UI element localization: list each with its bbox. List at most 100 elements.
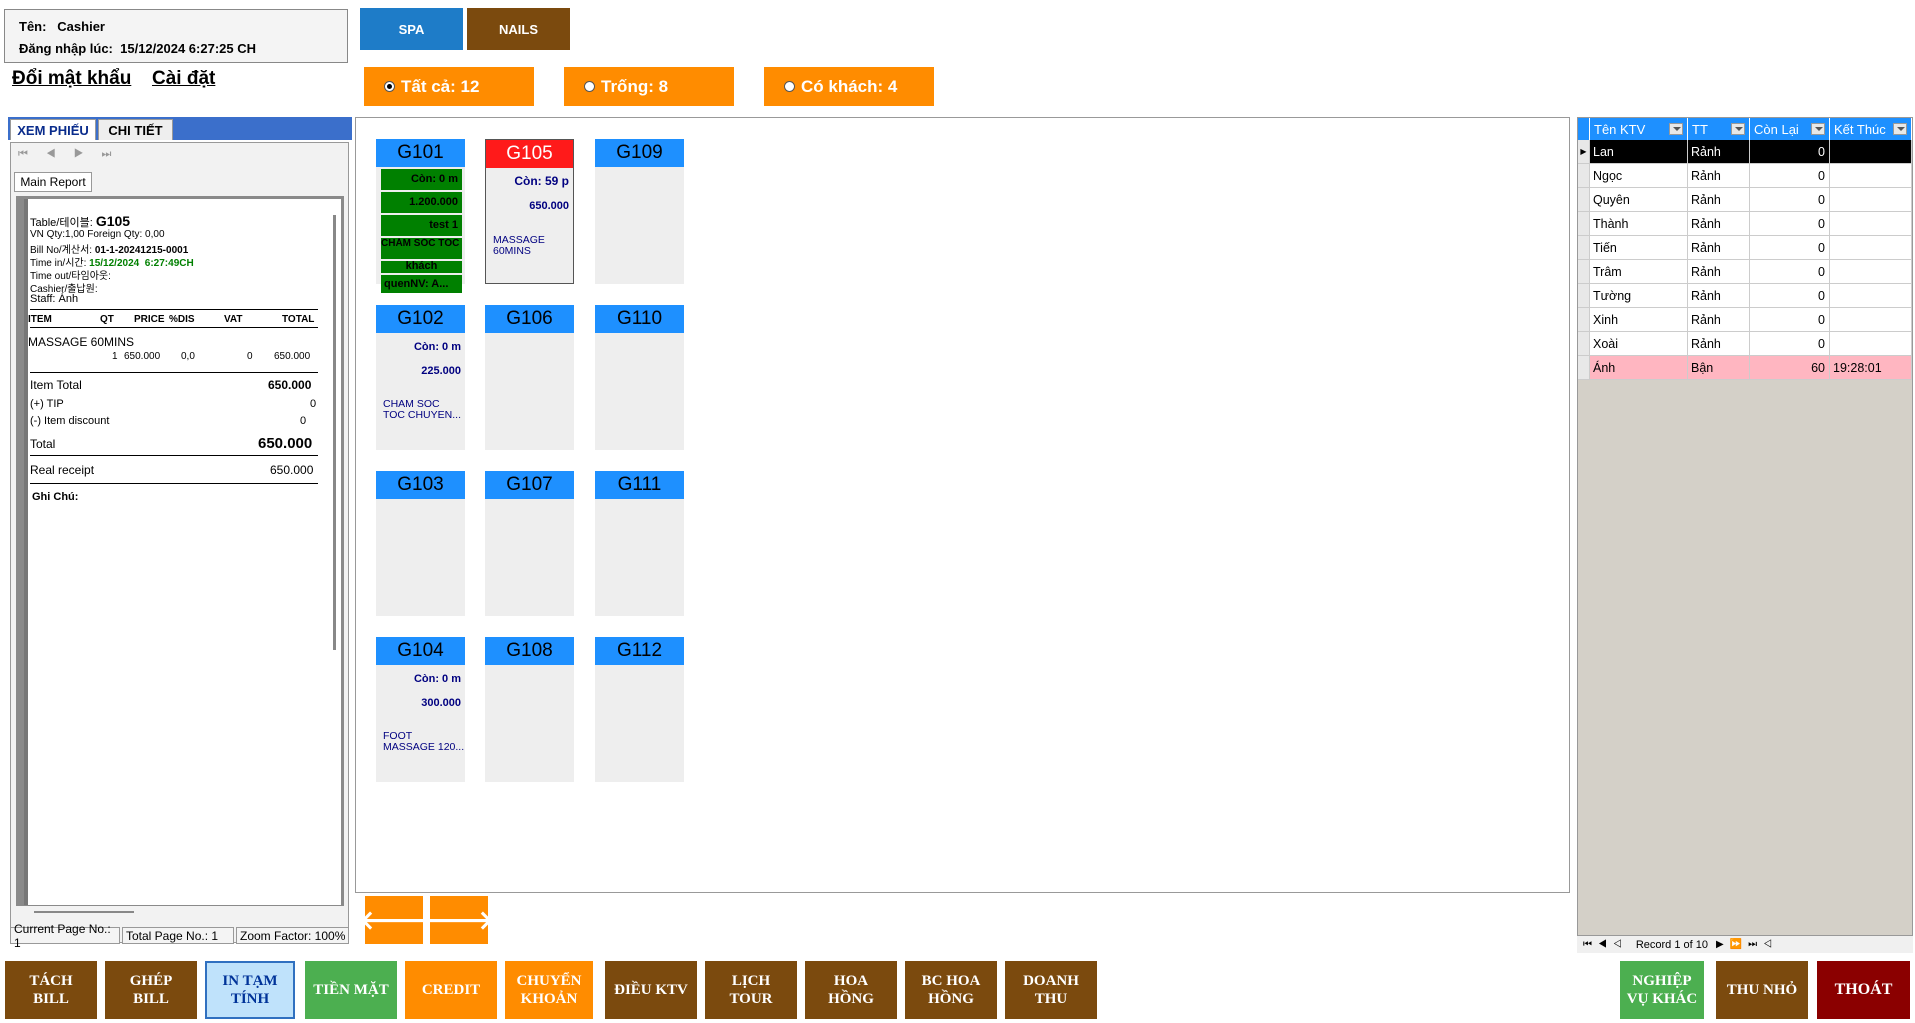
- tab-detail[interactable]: CHI TIẾT: [98, 119, 173, 140]
- grid-cell-status[interactable]: Rảnh: [1688, 212, 1750, 236]
- room-g110[interactable]: G110: [595, 305, 684, 450]
- row-selector[interactable]: [1578, 212, 1590, 236]
- grid-cell-name[interactable]: Thành: [1590, 212, 1688, 236]
- room-g106[interactable]: G106: [485, 305, 574, 450]
- grid-cell-name[interactable]: Ánh: [1590, 356, 1688, 380]
- grid-cell-end[interactable]: [1830, 332, 1912, 356]
- grid-cell-remain[interactable]: 60: [1750, 356, 1830, 380]
- row-selector[interactable]: [1578, 308, 1590, 332]
- grid-cell-name[interactable]: Lan: [1590, 140, 1688, 164]
- grid-cell-status[interactable]: Rảnh: [1688, 188, 1750, 212]
- other-business-button[interactable]: NGHIỆP VỤ KHÁC: [1620, 961, 1704, 1019]
- grid-row[interactable]: Thành Rảnh 0: [1578, 212, 1912, 236]
- split-bill-button[interactable]: TÁCH BILL: [5, 961, 97, 1019]
- grid-cell-end[interactable]: [1830, 236, 1912, 260]
- grid-cell-end[interactable]: 19:28:01: [1830, 356, 1912, 380]
- grid-cell-remain[interactable]: 0: [1750, 308, 1830, 332]
- filter-dropdown-icon[interactable]: [1731, 123, 1745, 135]
- first-page-icon[interactable]: ⏮: [18, 148, 46, 160]
- grid-row[interactable]: Tường Rảnh 0: [1578, 284, 1912, 308]
- minimize-button[interactable]: THU NHỎ: [1716, 961, 1808, 1019]
- main-report-tab[interactable]: Main Report: [14, 172, 92, 192]
- prev-page-button[interactable]: 🡐: [359, 896, 429, 944]
- grid-cell-status[interactable]: Rảnh: [1688, 236, 1750, 260]
- exit-button[interactable]: THOÁT: [1817, 961, 1910, 1019]
- grid-nav-last-icons[interactable]: ▶⏩⏭◁: [1716, 939, 1778, 950]
- grid-row[interactable]: Ánh Bận 60 19:28:01: [1578, 356, 1912, 380]
- grid-cell-status[interactable]: Rảnh: [1688, 332, 1750, 356]
- grid-header-remain[interactable]: Còn Lại: [1750, 118, 1830, 140]
- grid-cell-name[interactable]: Quyên: [1590, 188, 1688, 212]
- merge-bill-button[interactable]: GHÉP BILL: [105, 961, 197, 1019]
- grid-cell-end[interactable]: [1830, 260, 1912, 284]
- row-selector[interactable]: [1578, 356, 1590, 380]
- room-g102[interactable]: G102 Còn: 0 m 225.000 CHAM SOC TOC CHUYE…: [376, 305, 465, 450]
- tab-spa[interactable]: SPA: [360, 8, 463, 50]
- grid-cell-end[interactable]: [1830, 308, 1912, 332]
- commission-button[interactable]: HOA HỒNG: [805, 961, 897, 1019]
- row-selector[interactable]: [1578, 284, 1590, 308]
- filter-dropdown-icon[interactable]: [1811, 123, 1825, 135]
- grid-cell-remain[interactable]: 0: [1750, 140, 1830, 164]
- grid-cell-name[interactable]: Xinh: [1590, 308, 1688, 332]
- grid-header-end[interactable]: Kết Thúc: [1830, 118, 1912, 140]
- grid-cell-end[interactable]: [1830, 140, 1912, 164]
- room-g103[interactable]: G103: [376, 471, 465, 616]
- grid-cell-name[interactable]: Tường: [1590, 284, 1688, 308]
- grid-cell-remain[interactable]: 0: [1750, 212, 1830, 236]
- room-g104[interactable]: G104 Còn: 0 m 300.000 FOOT MASSAGE 120..…: [376, 637, 465, 782]
- grid-row[interactable]: Trâm Rảnh 0: [1578, 260, 1912, 284]
- report-scrollbar-vertical[interactable]: [333, 215, 336, 650]
- settings-link[interactable]: Cài đặt: [152, 68, 215, 90]
- credit-button[interactable]: CREDIT: [405, 961, 497, 1019]
- grid-cell-name[interactable]: Trâm: [1590, 260, 1688, 284]
- filter-dropdown-icon[interactable]: [1669, 123, 1683, 135]
- row-selector[interactable]: [1578, 332, 1590, 356]
- grid-cell-remain[interactable]: 0: [1750, 164, 1830, 188]
- transfer-button[interactable]: CHUYỂN KHOẢN: [505, 961, 593, 1019]
- change-password-link[interactable]: Đổi mật khẩu: [12, 68, 131, 90]
- grid-cell-end[interactable]: [1830, 188, 1912, 212]
- grid-cell-status[interactable]: Rảnh: [1688, 308, 1750, 332]
- grid-cell-end[interactable]: [1830, 284, 1912, 308]
- tab-view-bill[interactable]: XEM PHIẾU: [10, 119, 96, 140]
- filter-dropdown-icon[interactable]: [1893, 123, 1907, 135]
- grid-cell-status[interactable]: Rảnh: [1688, 284, 1750, 308]
- report-scrollbar-horizontal[interactable]: [34, 911, 134, 913]
- next-page-icon[interactable]: ▶: [74, 148, 102, 160]
- assign-ktv-button[interactable]: ĐIỀU KTV: [605, 961, 697, 1019]
- grid-row[interactable]: Xinh Rảnh 0: [1578, 308, 1912, 332]
- grid-nav-first-icons[interactable]: ⏮◀◁: [1583, 939, 1628, 950]
- print-temp-button[interactable]: IN TẠM TÍNH: [205, 961, 295, 1019]
- grid-row[interactable]: Quyên Rảnh 0: [1578, 188, 1912, 212]
- room-g112[interactable]: G112: [595, 637, 684, 782]
- grid-cell-status[interactable]: Rảnh: [1688, 260, 1750, 284]
- room-g107[interactable]: G107: [485, 471, 574, 616]
- grid-cell-end[interactable]: [1830, 164, 1912, 188]
- grid-cell-status[interactable]: Rảnh: [1688, 164, 1750, 188]
- room-g101[interactable]: G101 Còn: 0 m 1.200.000 test 1 CHĂM SÓC …: [376, 139, 465, 293]
- grid-cell-name[interactable]: Xoài: [1590, 332, 1688, 356]
- last-page-icon[interactable]: ⏭: [102, 148, 130, 160]
- row-selector[interactable]: [1578, 260, 1590, 284]
- grid-cell-remain[interactable]: 0: [1750, 188, 1830, 212]
- cash-button[interactable]: TIỀN MẶT: [305, 961, 397, 1019]
- grid-cell-end[interactable]: [1830, 212, 1912, 236]
- grid-cell-remain[interactable]: 0: [1750, 332, 1830, 356]
- row-selector[interactable]: [1578, 164, 1590, 188]
- grid-cell-remain[interactable]: 0: [1750, 236, 1830, 260]
- revenue-button[interactable]: DOANH THU: [1005, 961, 1097, 1019]
- filter-all[interactable]: Tất cả: 12: [364, 67, 534, 106]
- room-g111[interactable]: G111: [595, 471, 684, 616]
- grid-row[interactable]: Ngọc Rảnh 0: [1578, 164, 1912, 188]
- filter-empty[interactable]: Trống: 8: [564, 67, 734, 106]
- row-selector[interactable]: [1578, 236, 1590, 260]
- grid-row[interactable]: ▶ Lan Rảnh 0: [1578, 140, 1912, 164]
- grid-cell-remain[interactable]: 0: [1750, 284, 1830, 308]
- grid-cell-name[interactable]: Tiến: [1590, 236, 1688, 260]
- room-g108[interactable]: G108: [485, 637, 574, 782]
- grid-cell-status[interactable]: Rảnh: [1688, 140, 1750, 164]
- grid-header-status[interactable]: TT: [1688, 118, 1750, 140]
- grid-row[interactable]: Tiến Rảnh 0: [1578, 236, 1912, 260]
- row-selector[interactable]: ▶: [1578, 140, 1590, 164]
